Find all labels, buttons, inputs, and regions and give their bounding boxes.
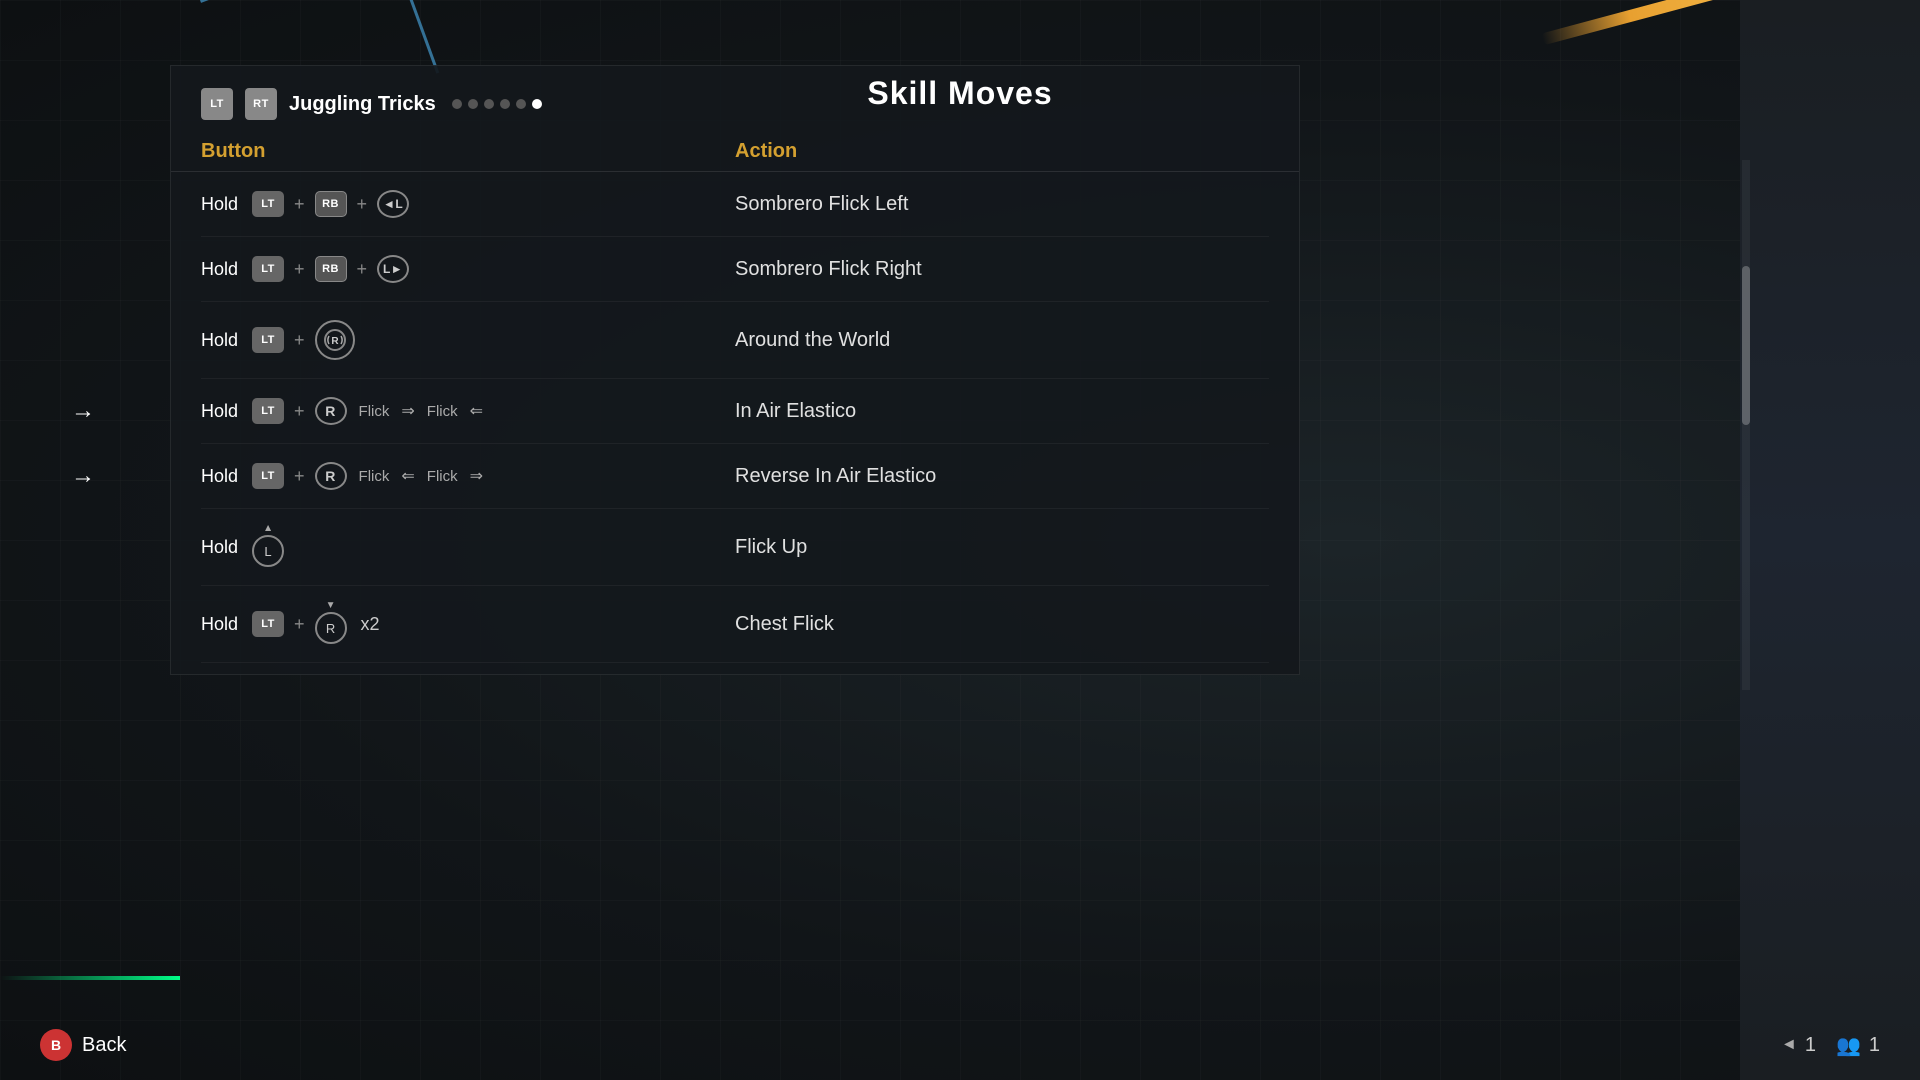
r-button-5: R <box>315 462 347 490</box>
r-button-4: R <box>315 397 347 425</box>
table-row: → Hold LT + R Flick ⇐ Flick ⇒ Reverse In… <box>201 444 1269 509</box>
back-label: Back <box>82 1034 126 1057</box>
plus-8: + <box>294 614 305 635</box>
player-icon: 👥 <box>1836 1033 1861 1058</box>
table-row: Hold ▲ L Flick Up <box>201 509 1269 586</box>
flick-text-5: Flick <box>359 468 390 485</box>
down-arrow-icon: ▼ <box>326 600 336 611</box>
arrow-left-4: ⇐ <box>470 401 483 421</box>
plus-7: + <box>294 466 305 487</box>
action-col-5: Reverse In Air Elastico <box>735 465 1269 488</box>
row-arrow-5: → <box>71 462 95 490</box>
svg-text:R: R <box>331 336 339 347</box>
hold-text-5: Hold <box>201 466 238 487</box>
hold-text-4: Hold <box>201 401 238 422</box>
plus-5: + <box>294 330 305 351</box>
l-button-1: ◄L <box>377 190 409 218</box>
page-number-display: ◄ 1 <box>1781 1034 1816 1057</box>
rb-button-2: RB <box>315 256 347 282</box>
table-row: Hold LT + R Around the World <box>201 302 1269 379</box>
lt-button-7: LT <box>252 611 284 637</box>
rb-button-1: RB <box>315 191 347 217</box>
scrollbar-track <box>1742 160 1750 690</box>
hold-text-7: Hold <box>201 614 238 635</box>
r-down-button: ▼ R <box>315 612 347 644</box>
lt-button-4: LT <box>252 398 284 424</box>
arrow-left-5: ⇐ <box>401 466 414 486</box>
page-left-arrow-icon: ◄ <box>1781 1036 1797 1054</box>
table-row: Hold LT + RB + L► Sombrero Flick Right <box>201 237 1269 302</box>
lt-button-3: LT <box>252 327 284 353</box>
action-col-7: Chest Flick <box>735 613 1269 636</box>
table-row: → Hold LT + R Flick ⇒ Flick ⇐ In Air Ela… <box>201 379 1269 444</box>
action-col-4: In Air Elastico <box>735 400 1269 423</box>
action-col-6: Flick Up <box>735 536 1269 559</box>
action-col-3: Around the World <box>735 329 1269 352</box>
row-arrow-4: → <box>71 397 95 425</box>
action-col-1: Sombrero Flick Left <box>735 193 1269 216</box>
lt-button-2: LT <box>252 256 284 282</box>
action-col-2: Sombrero Flick Right <box>735 258 1269 281</box>
arrow-right-4: ⇒ <box>401 401 414 421</box>
column-button-header: Button <box>201 140 735 163</box>
button-col-7: Hold LT + ▼ R x2 <box>201 604 735 644</box>
l-stick-up-button: ▲ L <box>252 535 284 567</box>
bottom-bar: B Back ◄ 1 👥 1 <box>0 1010 1920 1080</box>
column-action-header: Action <box>735 140 1269 163</box>
b-label: B <box>51 1037 61 1053</box>
hold-text-3: Hold <box>201 330 238 351</box>
flick-text-4: Flick <box>359 403 390 420</box>
player-count: 1 <box>1869 1034 1880 1057</box>
plus-3: + <box>294 259 305 280</box>
up-arrow-icon: ▲ <box>263 523 273 534</box>
x2-label: x2 <box>361 614 380 635</box>
scrollbar-thumb[interactable] <box>1742 266 1750 425</box>
hold-text-6: Hold <box>201 537 238 558</box>
table-row: Hold LT + RB + ◄L Sombrero Flick Left <box>201 172 1269 237</box>
back-button[interactable]: B Back <box>40 1029 126 1061</box>
main-panel: LT RT Juggling Tricks Button Action Hold… <box>170 65 1300 675</box>
l-button-2: L► <box>377 255 409 283</box>
b-circle-button: B <box>40 1029 72 1061</box>
flick-text-4b: Flick <box>427 403 458 420</box>
bottom-right-info: ◄ 1 👥 1 <box>1781 1033 1880 1058</box>
lt-button-1: LT <box>252 191 284 217</box>
button-col-1: Hold LT + RB + ◄L <box>201 190 735 218</box>
plus-4: + <box>357 259 368 280</box>
flick-text-5b: Flick <box>427 468 458 485</box>
hold-text-1: Hold <box>201 194 238 215</box>
move-list: Hold LT + RB + ◄L Sombrero Flick Left Ho… <box>171 172 1299 663</box>
button-col-3: Hold LT + R <box>201 320 735 360</box>
plus-2: + <box>357 194 368 215</box>
button-col-2: Hold LT + RB + L► <box>201 255 735 283</box>
button-col-6: Hold ▲ L <box>201 527 735 567</box>
columns-header: Button Action <box>171 132 1299 172</box>
button-col-4: Hold LT + R Flick ⇒ Flick ⇐ <box>201 397 735 425</box>
page-title: Skill Moves <box>0 75 1920 112</box>
hold-text-2: Hold <box>201 259 238 280</box>
page-number: 1 <box>1805 1034 1816 1057</box>
plus-1: + <box>294 194 305 215</box>
plus-6: + <box>294 401 305 422</box>
player-count-display: 👥 1 <box>1836 1033 1880 1058</box>
r-spin-button: R <box>315 320 355 360</box>
lt-button-5: LT <box>252 463 284 489</box>
button-col-5: Hold LT + R Flick ⇐ Flick ⇒ <box>201 462 735 490</box>
bg-decoration-green-left <box>0 976 180 980</box>
right-wall-decoration <box>1740 0 1920 1080</box>
arrow-right-5: ⇒ <box>470 466 483 486</box>
table-row: Hold LT + ▼ R x2 Chest Flick <box>201 586 1269 663</box>
